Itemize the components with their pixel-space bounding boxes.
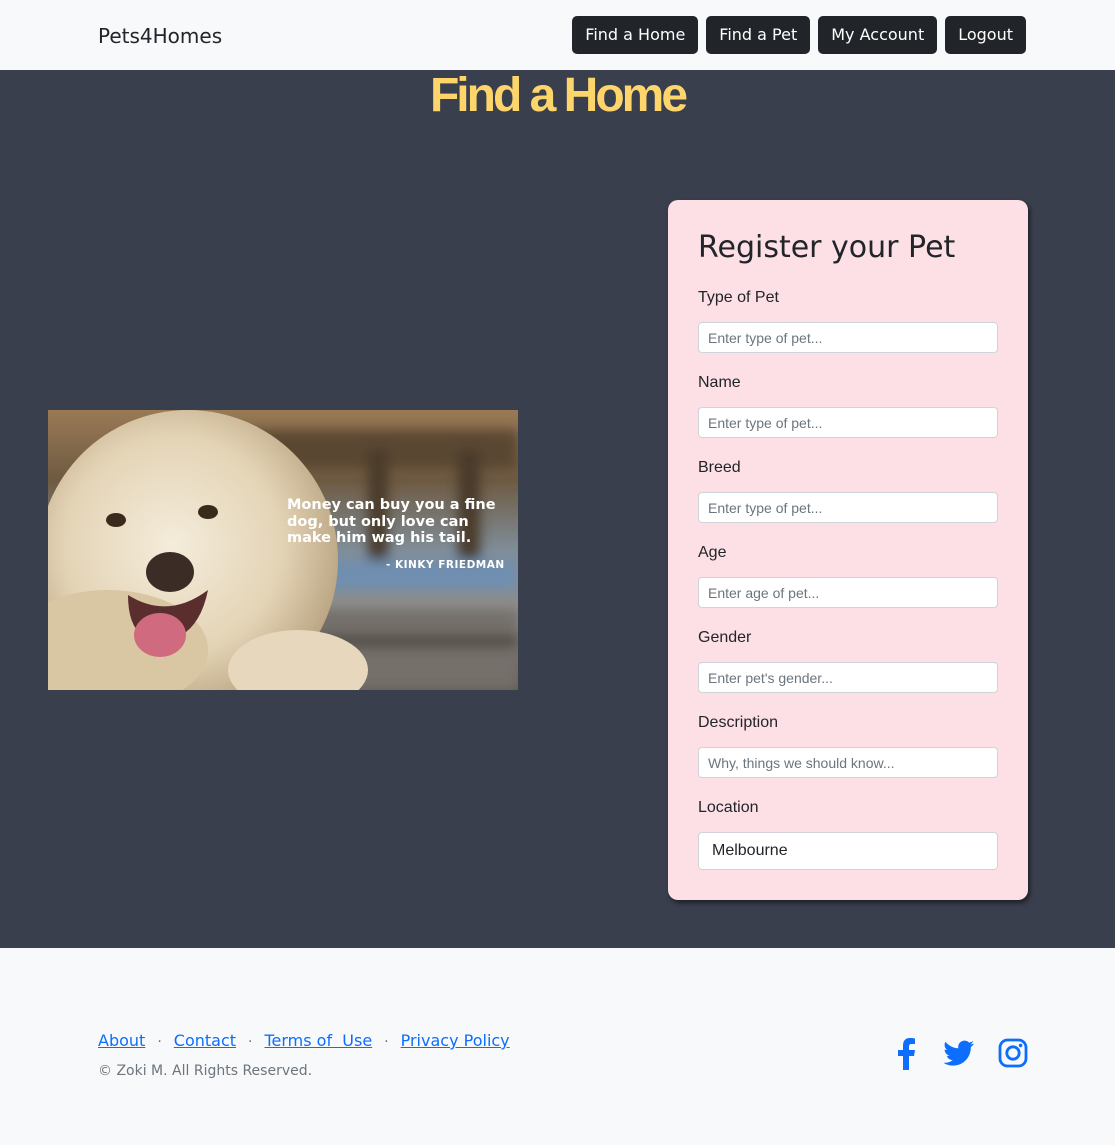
type-of-pet-label: Type of Pet (698, 289, 779, 306)
quote-text: Money can buy you a fine dog, but only l… (287, 497, 496, 546)
terms-of-use-link[interactable]: Terms of Use (264, 1031, 372, 1050)
age-label: Age (698, 544, 727, 561)
about-link[interactable]: About (98, 1031, 145, 1050)
separator: · (157, 1034, 162, 1050)
facebook-icon[interactable] (894, 1038, 920, 1075)
footer: About · Contact · Terms of Use · Privacy Polic… (0, 963, 1115, 1145)
navbar: Pets4Homes Find a Home Find a Pet My Acc… (0, 0, 1115, 70)
separator: · (248, 1034, 253, 1050)
find-a-home-button[interactable]: Find a Home (572, 16, 699, 54)
my-account-button[interactable]: My Account (818, 16, 938, 54)
twitter-icon[interactable] (943, 1038, 975, 1073)
breed-input[interactable] (698, 492, 998, 523)
register-pet-card: Register your Pet Type of Pet Name Breed… (668, 200, 1028, 900)
dog-quote-image: Money can buy you a fine dog, but only l… (48, 410, 518, 690)
gender-input[interactable] (698, 662, 998, 693)
find-a-pet-button[interactable]: Find a Pet (706, 16, 811, 54)
dog-photo (48, 410, 518, 690)
instagram-icon[interactable] (998, 1038, 1028, 1073)
brand-link[interactable]: Pets4Homes (98, 24, 222, 48)
form-title: Register your Pet (698, 230, 956, 265)
privacy-policy-link[interactable]: Privacy Policy (401, 1031, 510, 1050)
location-label: Location (698, 799, 759, 816)
logout-button[interactable]: Logout (945, 16, 1026, 54)
nav-buttons: Find a Home Find a Pet My Account Logout (572, 16, 1026, 54)
gender-label: Gender (698, 629, 752, 646)
breed-label: Breed (698, 459, 741, 476)
copyright-text: © Zoki M. All Rights Reserved. (98, 1063, 313, 1079)
contact-link[interactable]: Contact (174, 1031, 236, 1050)
type-of-pet-input[interactable] (698, 322, 998, 353)
description-label: Description (698, 714, 779, 731)
separator: · (384, 1034, 389, 1050)
name-input[interactable] (698, 407, 998, 438)
page-title: Find a Home (429, 69, 688, 122)
hero-section: Find a Home Money can buy you a fine dog… (0, 70, 1115, 948)
footer-links: About · Contact · Terms of Use · Privacy Polic… (98, 1031, 510, 1050)
description-input[interactable] (698, 747, 998, 778)
quote-author: - KINKY FRIEDMAN (386, 559, 505, 571)
location-input[interactable] (698, 832, 998, 870)
age-input[interactable] (698, 577, 998, 608)
name-label: Name (698, 374, 741, 391)
